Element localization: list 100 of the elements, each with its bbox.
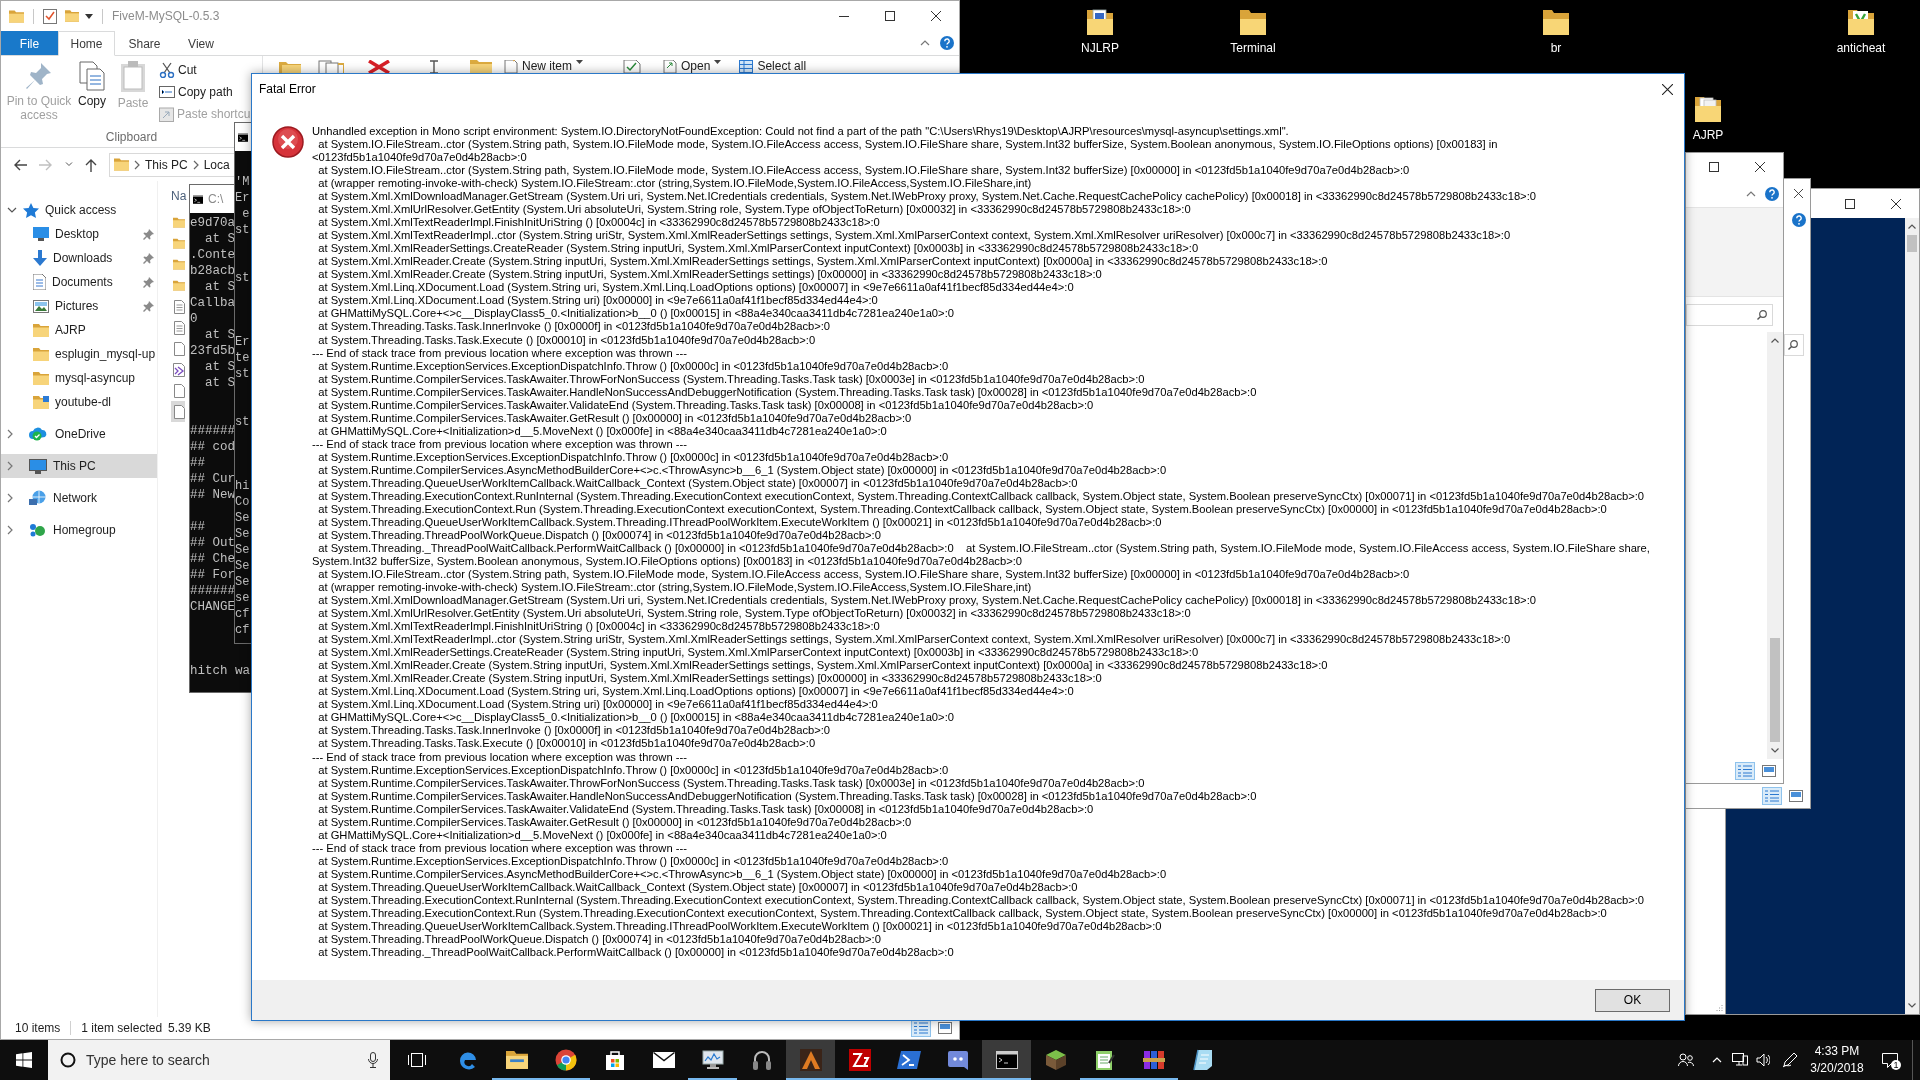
pin-icon[interactable] xyxy=(143,252,154,264)
caret-icon[interactable] xyxy=(576,60,583,64)
folder-icon xyxy=(33,323,49,337)
close-icon[interactable] xyxy=(1661,83,1673,95)
minimize-icon[interactable] xyxy=(839,15,849,17)
ribbon-button[interactable]: Copy path xyxy=(159,81,251,103)
notification-button[interactable]: 1 xyxy=(1868,1040,1912,1080)
caret-icon[interactable] xyxy=(85,13,93,19)
arrow-up-icon[interactable] xyxy=(1771,337,1779,343)
search-box[interactable]: Type here to search xyxy=(48,1040,390,1080)
close-icon[interactable] xyxy=(931,11,941,21)
caret-icon[interactable] xyxy=(714,60,722,64)
page-check-icon[interactable] xyxy=(623,60,641,73)
help-icon[interactable] xyxy=(1765,187,1779,201)
ribbon-button[interactable]: Copy xyxy=(74,59,110,125)
stack-trace-line: at System.Threading.QueueUserWorkItemCallback.WaitCallback_Context (System.Object state) [0x00007] in <0123fd5b1a1040fe9d70a7e0d4b28acb>:0 xyxy=(317,476,1079,490)
nav-item[interactable]: esplugin_mysql-up xyxy=(1,342,157,366)
pin-icon[interactable] xyxy=(143,276,154,288)
maximize-icon[interactable] xyxy=(885,11,895,21)
ribbon-button[interactable]: Cut xyxy=(159,59,251,81)
stack-trace-line: at System.Runtime.ExceptionServices.ExceptionDispatchInfo.Throw () [0x0000c] in <0123fd5b1a1040fe9d70a7e0d4b28acb>:0 xyxy=(317,763,950,777)
nav-item[interactable]: Homegroup xyxy=(1,518,157,542)
scroll-thumb[interactable] xyxy=(1770,637,1780,743)
ribbon-button[interactable]: New item xyxy=(504,60,583,74)
chevron-right-icon[interactable] xyxy=(7,493,13,503)
text-cursor-icon[interactable] xyxy=(428,60,440,73)
arrow-up-icon[interactable] xyxy=(85,157,97,172)
address-bar[interactable]: This PC Loca xyxy=(109,152,234,177)
arrow-left-icon[interactable] xyxy=(13,158,27,171)
pen-icon[interactable] xyxy=(1782,1052,1798,1068)
desktop-shortcut[interactable]: br xyxy=(1524,9,1588,55)
pin-icon[interactable] xyxy=(143,228,154,240)
pin-icon[interactable] xyxy=(143,300,154,312)
arrow-up-icon[interactable] xyxy=(1908,224,1916,229)
people-icon[interactable] xyxy=(1678,1053,1694,1067)
stack-trace-line: at System.Threading.QueueUserWorkItemCallback.WaitCallback_Context (System.Object state) [0x00007] in <0123fd5b1a1040fe9d70a7e0d4b28acb>:0 xyxy=(317,880,1079,894)
scrollbar[interactable] xyxy=(1905,218,1919,1014)
breadcrumb[interactable]: Loca xyxy=(203,157,230,172)
ribbon-tab[interactable]: Home xyxy=(58,31,115,56)
close-icon[interactable] xyxy=(1793,188,1803,198)
nav-item[interactable]: Documents xyxy=(1,270,157,294)
globe-icon xyxy=(29,490,47,506)
file-row[interactable] xyxy=(171,401,185,422)
desktop-shortcut[interactable]: NJLRP xyxy=(1068,9,1132,55)
nav-item[interactable]: mysql-asyncup xyxy=(1,366,157,390)
speaker-icon[interactable] xyxy=(1756,1053,1770,1067)
chevron-right-icon[interactable] xyxy=(7,429,13,439)
taskbar-button[interactable] xyxy=(786,1040,835,1080)
nav-item[interactable]: This PC xyxy=(1,454,157,478)
scroll-thumb[interactable] xyxy=(1907,235,1917,252)
help-icon[interactable] xyxy=(940,36,954,50)
stack-trace-line: System.Int32 bufferSize, System.Boolean anonymous, System.IO.FileOptions options) [0x00183] in <0123fd5b1a1040fe9d70a7e0d4b28acb>:0 xyxy=(312,555,1024,569)
nav-item[interactable]: Downloads xyxy=(1,246,157,270)
maximize-icon[interactable] xyxy=(1709,162,1719,172)
scrollbar[interactable] xyxy=(1767,332,1783,759)
search-field[interactable] xyxy=(1784,334,1804,356)
breadcrumb[interactable]: This PC xyxy=(145,157,188,172)
stack-trace-line: at System.Xml.XmlReader.Create (System.String inputUri, System.Xml.XmlReaderSettings settings) [0x00000] in <33362990c8d24578b5729808b2433c18>:0 xyxy=(317,672,1103,686)
close-icon[interactable] xyxy=(1891,198,1901,209)
search-icon[interactable] xyxy=(1757,309,1767,320)
x-mark-icon[interactable] xyxy=(367,60,391,73)
chevron-down-icon[interactable] xyxy=(7,207,17,213)
arrow-down-icon[interactable] xyxy=(1771,748,1779,754)
column-header[interactable]: Na xyxy=(171,189,187,203)
path-icon xyxy=(159,86,175,98)
maximize-icon[interactable] xyxy=(1845,198,1855,209)
error-message: Unhandled exception in Mono script environment: System.IO.DirectoryNotFoundException: Could not find a part of the path "C:\Users\Rhys19\Desktop\AJRP\resources\mysql-asyncup\settings.xml". xyxy=(312,125,1290,139)
nav-item[interactable]: Quick access xyxy=(1,198,157,222)
nav-item[interactable]: Desktop xyxy=(1,222,157,246)
help-icon[interactable] xyxy=(1792,213,1806,227)
folder-document-icon xyxy=(1847,9,1875,35)
checklist-icon[interactable] xyxy=(43,8,57,24)
arrow-down-icon[interactable] xyxy=(1908,1003,1916,1008)
taskbar-button[interactable] xyxy=(982,1040,1031,1080)
search-icon[interactable] xyxy=(1788,340,1798,350)
folders-icon[interactable] xyxy=(279,60,301,74)
close-icon[interactable] xyxy=(1755,162,1765,172)
nav-item[interactable]: youtube-dl xyxy=(1,390,157,414)
chevron-right-icon[interactable] xyxy=(7,461,13,471)
search-field[interactable] xyxy=(1686,303,1773,326)
ribbon-button[interactable]: Open xyxy=(663,60,722,74)
search-field[interactable]: Type here to search xyxy=(86,1049,358,1071)
chevron-right-icon[interactable] xyxy=(7,525,13,535)
ok-button[interactable]: OK xyxy=(1595,988,1670,1012)
network-icon[interactable] xyxy=(1732,1053,1748,1067)
nav-item[interactable]: Network xyxy=(1,486,157,510)
nav-item[interactable]: Pictures xyxy=(1,294,157,318)
stack-trace-line: at System.Runtime.ExceptionServices.ExceptionDispatchInfo.Throw () [0x0000c] in <0123fd5b1a1040fe9d70a7e0d4b28acb>:0 xyxy=(317,854,950,868)
desktop-shortcut[interactable]: anticheat xyxy=(1829,9,1893,55)
clock[interactable]: 4:33 PM 3/20/2018 xyxy=(1806,1040,1868,1080)
desktop-shortcut[interactable]: Terminal xyxy=(1221,9,1285,55)
nav-item[interactable]: AJRP xyxy=(1,318,157,342)
ring-icon xyxy=(60,1052,76,1068)
file-menu-tab[interactable]: File xyxy=(1,31,58,55)
resize-grip-icon xyxy=(1715,1004,1723,1012)
nav-item[interactable]: OneDrive xyxy=(1,422,157,446)
stack-trace-line: at System.Xml.XmlUrlResolver.GetEntity (System.Uri absoluteUri, System.String role, System.Type ofObjectToReturn) [0x00032] in <33362990c8d24578b5729808b2433c18>:0 xyxy=(317,203,1192,217)
desktop-shortcut[interactable]: AJRP xyxy=(1686,96,1730,142)
microphone-icon[interactable] xyxy=(368,1052,378,1068)
stack-trace-line: --- End of stack trace from previous location where exception was thrown --- xyxy=(312,437,688,451)
